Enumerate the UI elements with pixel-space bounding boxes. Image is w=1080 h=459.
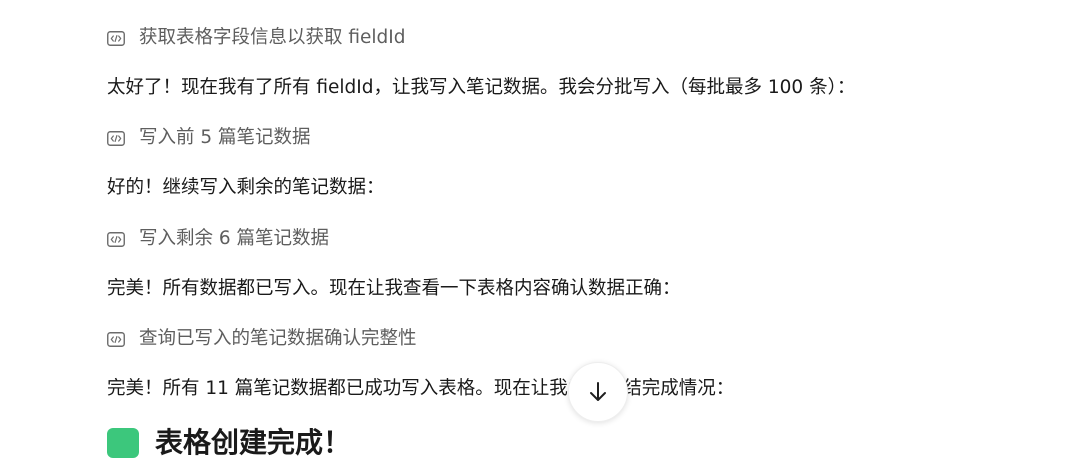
- code-block-icon: [107, 331, 125, 347]
- tool-call-row[interactable]: 写入前 5 篇笔记数据: [107, 125, 311, 151]
- assistant-message: 好的！继续写入剩余的笔记数据：: [107, 177, 385, 198]
- scroll-to-bottom-button[interactable]: [568, 362, 628, 422]
- tool-call-row[interactable]: 查询已写入的笔记数据确认完整性: [107, 326, 417, 352]
- arrow-down-icon: [590, 382, 606, 401]
- assistant-message: 太好了！现在我有了所有 fieldId，让我写入笔记数据。我会分批写入（每批最多…: [107, 77, 856, 98]
- code-block-icon: [107, 231, 125, 247]
- tool-call-row[interactable]: 获取表格字段信息以获取 fieldId: [107, 25, 406, 51]
- tool-call-label: 获取表格字段信息以获取 fieldId: [139, 27, 406, 48]
- code-block-icon: [107, 30, 125, 46]
- code-block-icon: [107, 130, 125, 146]
- summary-heading-text: 表格创建完成！: [155, 426, 352, 459]
- tool-call-label: 写入剩余 6 篇笔记数据: [139, 228, 330, 249]
- tool-call-label: 写入前 5 篇笔记数据: [139, 127, 311, 148]
- assistant-message: 完美！所有 11 篇笔记数据都已成功写入表格。现在让我为你总结完成情况：: [107, 378, 735, 399]
- tool-call-label: 查询已写入的笔记数据确认完整性: [139, 328, 417, 349]
- check-badge-icon: [107, 428, 139, 458]
- tool-call-row[interactable]: 写入剩余 6 篇笔记数据: [107, 226, 329, 252]
- summary-heading: 表格创建完成！: [107, 428, 351, 458]
- assistant-message: 完美！所有数据都已写入。现在让我查看一下表格内容确认数据正确：: [107, 278, 681, 299]
